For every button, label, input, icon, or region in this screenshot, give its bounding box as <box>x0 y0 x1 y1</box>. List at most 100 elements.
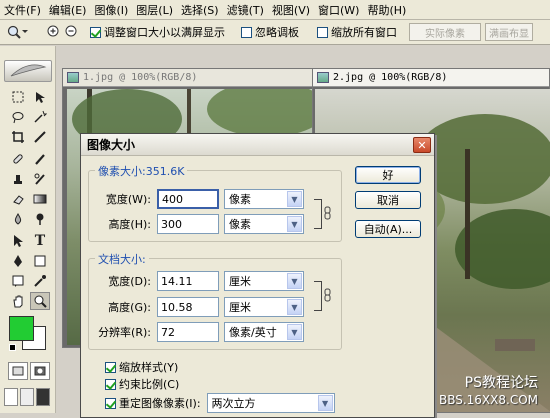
chevron-down-icon: ▼ <box>287 191 302 207</box>
document-thumbnail-icon <box>317 72 329 83</box>
ignore-palettes-checkbox[interactable] <box>241 26 252 38</box>
resample-method-select[interactable]: 两次立方 ▼ <box>206 393 335 413</box>
pixel-width-input[interactable]: 400 <box>157 189 219 209</box>
document-1-title: 1.jpg @ 100%(RGB/8) <box>83 72 198 83</box>
foreground-color-swatch[interactable] <box>9 316 34 341</box>
dodge-tool-icon[interactable] <box>30 210 50 228</box>
document-size-label: 文档大小: <box>95 251 149 267</box>
ignore-palettes-label: 忽略调板 <box>255 26 299 39</box>
constrain-row: 约束比例(C) <box>105 376 179 392</box>
doc-width-unit-select[interactable]: 厘米 ▼ <box>224 271 304 291</box>
crop-tool-icon[interactable] <box>8 128 28 146</box>
pixel-width-unit-value: 像素 <box>229 193 251 206</box>
path-selection-icon[interactable] <box>8 232 28 250</box>
pixel-height-input[interactable]: 300 <box>157 214 219 234</box>
notes-tool-icon[interactable] <box>8 272 28 290</box>
watermark: PS教程论坛 BBS.16XX8.COM <box>439 375 538 409</box>
resample-checkbox[interactable] <box>105 397 116 409</box>
resize-window-label: 调整窗口大小以满屏显示 <box>104 26 225 39</box>
doc-width-row: 宽度(D): 14.11 厘米 ▼ <box>91 271 304 291</box>
chevron-down-icon: ▼ <box>287 273 302 289</box>
doc-height-row: 高度(G): 10.58 厘米 ▼ <box>91 297 304 317</box>
blur-tool-icon[interactable] <box>8 210 28 228</box>
menu-layer[interactable]: 图层(L) <box>132 2 177 18</box>
menu-edit[interactable]: 编辑(E) <box>45 2 91 18</box>
pixel-height-unit-value: 像素 <box>229 218 251 231</box>
dialog-title: 图像大小 <box>87 138 136 152</box>
chain-link-icon <box>324 206 332 223</box>
tools-panel: T <box>0 46 56 413</box>
document-1-titlebar[interactable]: 1.jpg @ 100%(RGB/8) <box>63 69 319 87</box>
resolution-label: 分辨率(R): <box>98 326 151 339</box>
clone-stamp-icon[interactable] <box>8 170 28 188</box>
actual-pixels-button[interactable]: 实际像素 <box>409 23 481 41</box>
menu-help[interactable]: 帮助(H) <box>363 2 410 18</box>
chevron-down-icon: ▼ <box>317 395 333 411</box>
pixel-width-row: 宽度(W): 400 像素 ▼ <box>91 189 304 209</box>
resize-window-checkbox[interactable] <box>90 26 101 38</box>
gradient-tool-icon[interactable] <box>30 190 50 208</box>
ok-button[interactable]: 好 <box>355 166 421 184</box>
pixel-height-unit-select[interactable]: 像素 ▼ <box>224 214 304 234</box>
doc-height-unit-select[interactable]: 厘米 ▼ <box>224 297 304 317</box>
scale-styles-row: 缩放样式(Y) <box>105 359 178 375</box>
document-thumbnail-icon <box>67 72 79 83</box>
doc-width-unit-value: 厘米 <box>229 275 251 288</box>
auto-button[interactable]: 自动(A)... <box>355 220 421 238</box>
eyedropper-icon[interactable] <box>30 272 50 290</box>
shape-tool-icon[interactable] <box>30 252 50 270</box>
magic-wand-icon[interactable] <box>30 108 50 126</box>
zoom-in-icon[interactable] <box>46 24 62 40</box>
pixel-height-row: 高度(H): 300 像素 ▼ <box>91 214 304 234</box>
healing-brush-icon[interactable] <box>8 150 28 168</box>
brush-tool-icon[interactable] <box>30 150 50 168</box>
screen-mode-full-menu-icon[interactable] <box>20 388 34 406</box>
default-colors-icon[interactable] <box>9 344 16 351</box>
zoom-tool-icon[interactable] <box>6 24 32 40</box>
screen-mode-standard-icon[interactable] <box>4 388 18 406</box>
menu-select[interactable]: 选择(S) <box>177 2 223 18</box>
cancel-button[interactable]: 取消 <box>355 191 421 209</box>
doc-height-input[interactable]: 10.58 <box>157 297 219 317</box>
history-brush-icon[interactable] <box>30 170 50 188</box>
resolution-unit-value: 像素/英寸 <box>229 326 277 339</box>
resample-row: 重定图像像素(I): 两次立方 ▼ <box>105 393 335 413</box>
menu-view[interactable]: 视图(V) <box>268 2 314 18</box>
constrain-proportions-checkbox[interactable] <box>105 378 116 390</box>
watermark-line-2: BBS.16XX8.COM <box>438 393 538 407</box>
chevron-down-icon: ▼ <box>287 299 302 315</box>
slice-tool-icon[interactable] <box>30 128 50 146</box>
screen-mode-full-icon[interactable] <box>36 388 50 406</box>
pixel-width-label: 宽度(W): <box>105 193 151 206</box>
pixel-link-bracket <box>314 199 322 229</box>
menu-file[interactable]: 文件(F) <box>0 2 45 18</box>
marquee-tool-icon[interactable] <box>8 88 28 106</box>
scale-styles-checkbox[interactable] <box>105 361 116 373</box>
zoom-tool-panel-icon[interactable] <box>30 292 50 310</box>
eraser-tool-icon[interactable] <box>8 190 28 208</box>
zoom-out-icon[interactable] <box>64 24 80 40</box>
pixel-height-label: 高度(H): <box>108 218 151 231</box>
move-tool-icon[interactable] <box>30 88 50 106</box>
standard-mode-icon[interactable] <box>8 362 28 380</box>
lasso-tool-icon[interactable] <box>8 108 28 126</box>
resolution-unit-select[interactable]: 像素/英寸 ▼ <box>224 322 304 342</box>
document-2-titlebar[interactable]: 2.jpg @ 100%(RGB/8) <box>313 69 549 87</box>
document-2-title: 2.jpg @ 100%(RGB/8) <box>333 72 448 83</box>
quick-mask-icon[interactable] <box>30 362 50 380</box>
pixel-width-unit-select[interactable]: 像素 ▼ <box>224 189 304 209</box>
resolution-input[interactable]: 72 <box>157 322 219 342</box>
dialog-titlebar[interactable]: 图像大小 <box>81 134 434 156</box>
menu-filter[interactable]: 滤镜(T) <box>223 2 268 18</box>
resample-method-value: 两次立方 <box>211 397 256 410</box>
menu-image[interactable]: 图像(I) <box>90 2 132 18</box>
menu-window[interactable]: 窗口(W) <box>314 2 363 18</box>
doc-width-input[interactable]: 14.11 <box>157 271 219 291</box>
fit-screen-button[interactable]: 满画布显 <box>485 23 533 41</box>
close-icon[interactable]: ✕ <box>413 137 431 153</box>
type-tool-icon[interactable]: T <box>30 232 50 250</box>
zoom-all-checkbox[interactable] <box>317 26 328 38</box>
pen-tool-icon[interactable] <box>8 252 28 270</box>
resolution-row: 分辨率(R): 72 像素/英寸 ▼ <box>91 322 304 342</box>
hand-tool-icon[interactable] <box>8 292 28 310</box>
